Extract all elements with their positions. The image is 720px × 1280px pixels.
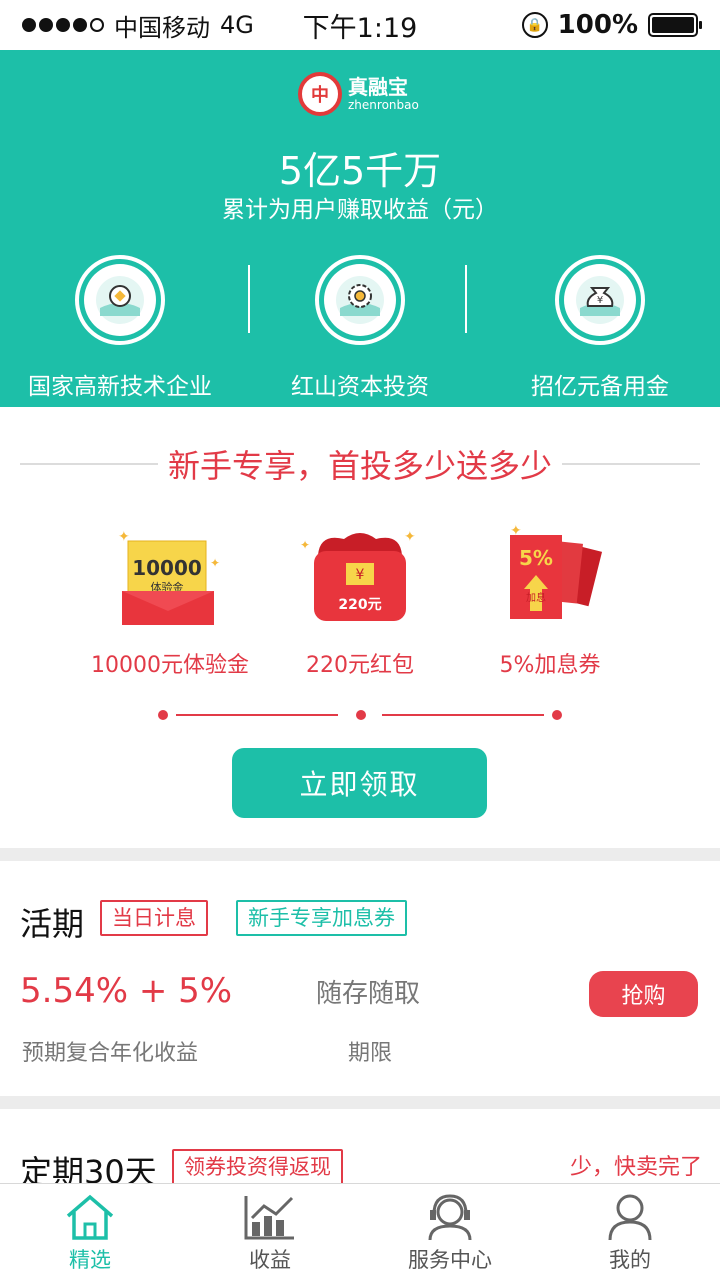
tab-label: 精选 bbox=[69, 1248, 111, 1272]
tab-featured[interactable]: 精选 bbox=[0, 1184, 180, 1280]
divider bbox=[562, 463, 701, 465]
svg-text:¥: ¥ bbox=[597, 295, 603, 306]
red-packet-icon: ✦ ✦ ¥ 220元 bbox=[300, 519, 420, 629]
product-tag: 领券投资得返现 bbox=[172, 1149, 343, 1185]
product-tag: 当日计息 bbox=[100, 900, 208, 936]
trial-fund-envelope-icon: ✦ ✦ 10000 体验金 bbox=[110, 519, 230, 629]
logo-icon: 中 bbox=[298, 72, 342, 116]
promo-title: 新手专享，首投多少送多少 bbox=[168, 447, 553, 485]
svg-text:✦: ✦ bbox=[404, 529, 416, 545]
divider bbox=[248, 265, 250, 333]
tab-service-center[interactable]: 服务中心 bbox=[360, 1184, 540, 1280]
feature-label: 招亿元备用金 bbox=[531, 374, 669, 400]
tab-label: 收益 bbox=[249, 1248, 291, 1272]
gift-interest-coupon[interactable]: ✦ 5% 加息 5%加息券 bbox=[460, 519, 640, 679]
feature-reserve-fund[interactable]: ¥ 招亿元备用金 bbox=[480, 255, 720, 401]
network-type: 4G bbox=[220, 11, 254, 39]
brand-name: 真融宝 bbox=[348, 75, 408, 99]
product-card-fixed-30[interactable]: 定期30天 领券投资得返现 少，快卖完了 bbox=[0, 1109, 720, 1191]
home-icon bbox=[66, 1194, 114, 1240]
feature-investment[interactable]: 红山资本投资 bbox=[240, 255, 480, 401]
rotation-lock-icon: 🔒 bbox=[521, 12, 548, 38]
carrier-name: 中国移动 bbox=[114, 13, 210, 42]
buy-button[interactable]: 抢购 bbox=[589, 971, 698, 1017]
product-card-current[interactable]: 活期 当日计息 新手专享加息券 5.54% + 5% 预期复合年化收益 随存随取… bbox=[0, 861, 720, 1096]
gift-caption: 220元红包 bbox=[306, 653, 414, 678]
product-rate-label: 预期复合年化收益 bbox=[22, 1041, 199, 1066]
product-period-label: 期限 bbox=[348, 1041, 393, 1066]
stats-header: 中 真融宝 zhenronbao 5亿5千万 累计为用户赚取收益（元） 国家高新… bbox=[0, 50, 720, 407]
product-status: 少，快卖完了 bbox=[569, 1155, 702, 1180]
total-earnings-caption: 累计为用户赚取收益（元） bbox=[222, 197, 498, 223]
feature-label: 国家高新技术企业 bbox=[28, 374, 212, 400]
status-bar: 中国移动 4G 下午1:19 🔒 100% bbox=[0, 0, 720, 50]
newbie-promo: 新手专享，首投多少送多少 ✦ ✦ 10000 体验金 10000元体验金 ✦ ✦… bbox=[0, 407, 720, 848]
gift-caption: 10000元体验金 bbox=[91, 653, 249, 678]
product-name: 活期 bbox=[20, 905, 85, 943]
battery-percent: 100% bbox=[557, 10, 638, 40]
divider bbox=[465, 265, 467, 333]
signal-strength-icon bbox=[22, 18, 104, 32]
product-tag: 新手专享加息券 bbox=[236, 900, 407, 936]
tab-label: 服务中心 bbox=[408, 1248, 492, 1272]
interest-coupon-icon: ✦ 5% 加息 bbox=[490, 519, 610, 629]
gift-card-value: 10000 bbox=[132, 556, 202, 580]
total-earnings: 5亿5千万 bbox=[278, 149, 442, 193]
headset-icon bbox=[428, 1194, 472, 1241]
gift-trial-fund[interactable]: ✦ ✦ 10000 体验金 10000元体验金 bbox=[80, 519, 260, 679]
coin-icon bbox=[84, 264, 156, 336]
tab-label: 我的 bbox=[609, 1248, 651, 1272]
gift-card-value: 220元 bbox=[338, 597, 381, 613]
brand-name-en: zhenronbao bbox=[348, 98, 419, 112]
money-bag-icon: ¥ bbox=[564, 264, 636, 336]
divider bbox=[20, 463, 158, 465]
gift-red-packet[interactable]: ✦ ✦ ¥ 220元 220元红包 bbox=[270, 519, 450, 679]
claim-button[interactable]: 立即领取 bbox=[232, 748, 487, 818]
brand-logo: 中 真融宝 zhenronbao bbox=[298, 72, 419, 116]
gift-card-symbol: ¥ bbox=[356, 567, 365, 583]
user-icon bbox=[608, 1194, 652, 1241]
tab-earnings[interactable]: 收益 bbox=[180, 1184, 360, 1280]
svg-text:✦: ✦ bbox=[300, 538, 310, 552]
gear-icon bbox=[324, 264, 396, 336]
gift-caption: 5%加息券 bbox=[499, 653, 601, 678]
feature-label: 红山资本投资 bbox=[291, 374, 429, 400]
chart-icon bbox=[244, 1196, 294, 1240]
gift-card-value: 5% bbox=[519, 546, 553, 570]
tab-profile[interactable]: 我的 bbox=[540, 1184, 720, 1280]
battery-icon bbox=[648, 13, 702, 37]
feature-high-tech[interactable]: 国家高新技术企业 bbox=[0, 255, 240, 401]
bottom-tab-bar: 精选 收益 服务中心 我的 bbox=[0, 1183, 720, 1280]
gift-card-sub: 加息 bbox=[526, 591, 546, 604]
promo-step-indicator bbox=[158, 707, 562, 723]
product-period: 随存随取 bbox=[316, 979, 421, 1009]
svg-text:✦: ✦ bbox=[210, 556, 220, 570]
product-rate: 5.54% + 5% bbox=[20, 971, 233, 1011]
